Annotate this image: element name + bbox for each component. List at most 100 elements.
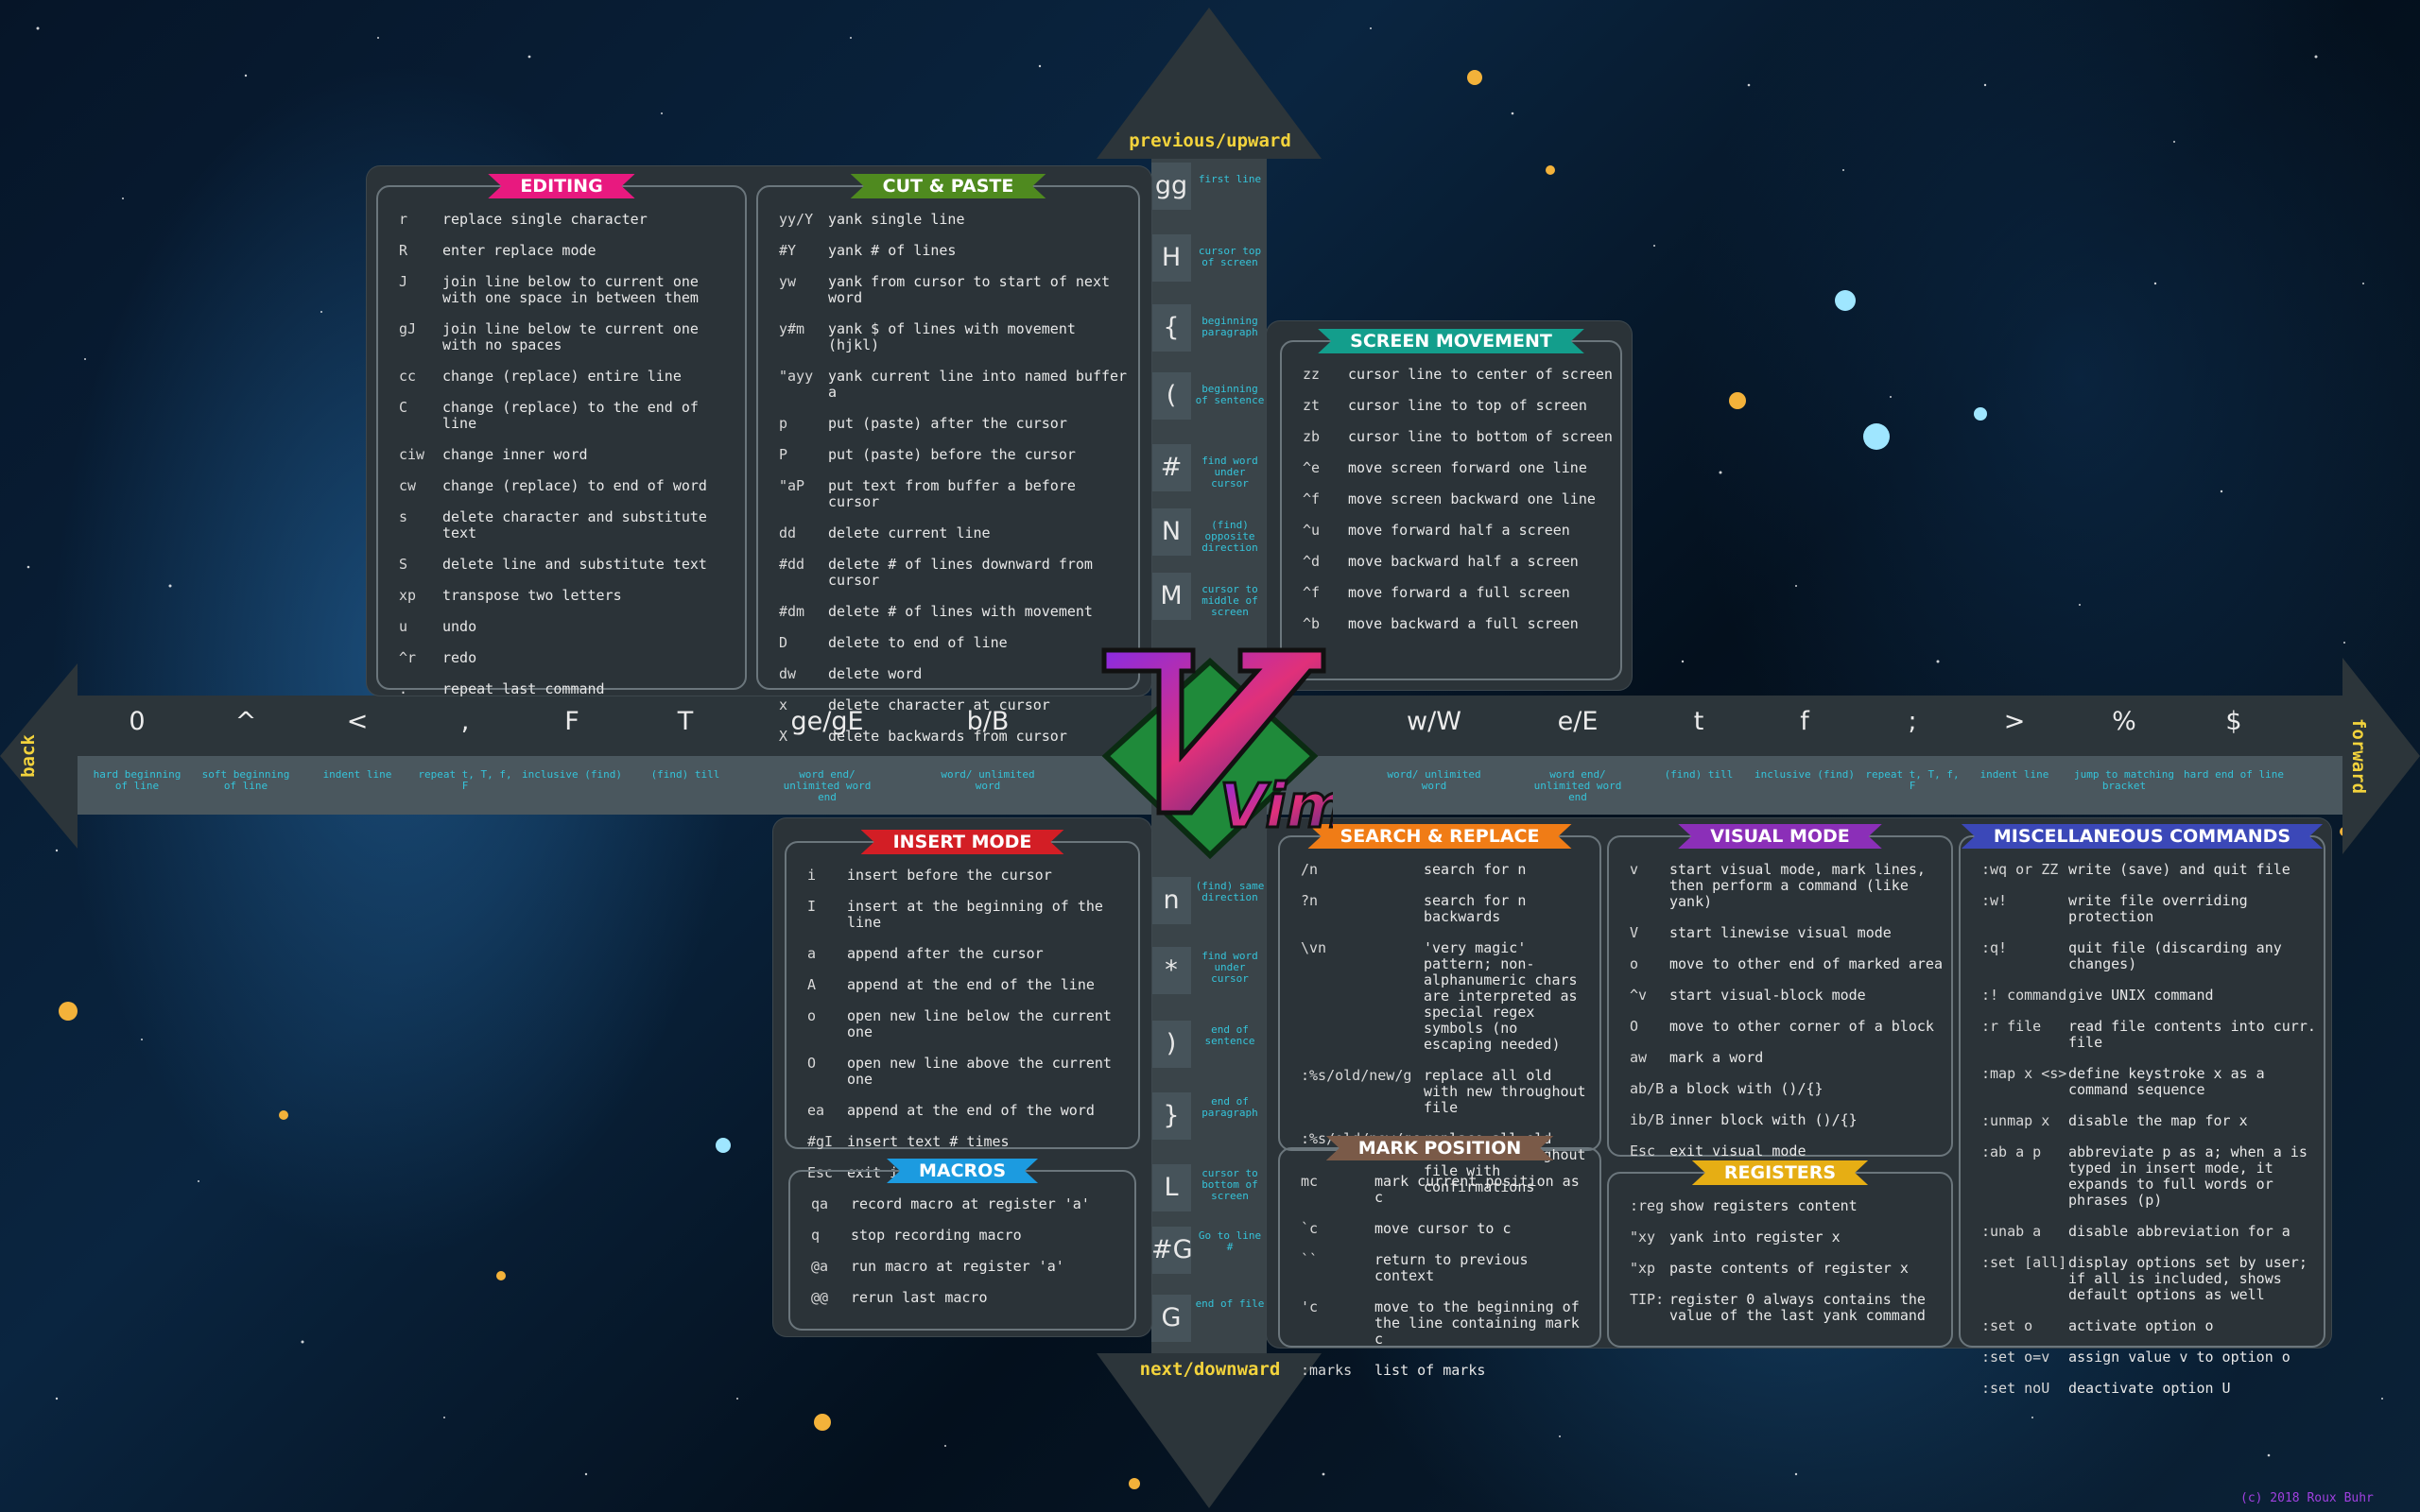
horizontal-key-desc: word end/ unlimited word end [1533, 768, 1622, 803]
command-desc: move forward half a screen [1348, 522, 1570, 539]
command-key: x [779, 696, 788, 713]
command-row: :! command give UNIX command [1961, 988, 2324, 1004]
horizontal-key: $ [2225, 707, 2242, 736]
command-desc: activate option o [2068, 1317, 2214, 1334]
command-row: ciw change inner word [378, 447, 745, 463]
vertical-key: ) [1151, 1021, 1191, 1068]
command-desc: append at the end of the line [847, 976, 1095, 993]
command-row: @a run macro at register 'a' [790, 1259, 1134, 1275]
command-row: :set o activate option o [1961, 1318, 2324, 1334]
vertical-key-desc: beginning paragraph [1201, 315, 1258, 338]
command-key: :map x <s> [1981, 1065, 2067, 1082]
section-title: MACROS [887, 1159, 1038, 1183]
command-row: dw delete word [758, 666, 1138, 682]
section-title: INSERT MODE [861, 830, 1064, 854]
command-key: s [399, 508, 408, 525]
section-rows: qa record macro at register 'a' q stop reco… [790, 1196, 1134, 1321]
command-key: o [1630, 955, 1639, 972]
command-desc: replace single character [442, 211, 648, 228]
command-row: :q! quit file (discarding any changes) [1961, 940, 2324, 972]
command-key: :q! [1981, 939, 2008, 956]
command-row: Renter replace mode [378, 243, 745, 259]
command-row: qa record macro at register 'a' [790, 1196, 1134, 1212]
command-key: :unmap x [1981, 1112, 2050, 1129]
command-key: aw [1630, 1049, 1648, 1066]
vertical-key: n [1151, 877, 1191, 924]
command-desc: change (replace) to end of word [442, 477, 707, 494]
command-key: :set [all] [1981, 1254, 2067, 1271]
command-row: Pput (paste) before the cursor [758, 447, 1138, 463]
horizontal-key-desc: hard beginning of line [93, 768, 182, 792]
section-rows: yy/Y yank single line #Y yank # of lines yw y… [758, 212, 1138, 760]
section-rows: mc mark current position as c `c move curso… [1280, 1174, 1599, 1394]
command-row: Sdelete line and substitute text [378, 557, 745, 573]
vertical-key-desc: end of paragraph [1201, 1095, 1258, 1119]
command-key: :marks [1301, 1362, 1353, 1379]
command-desc: return to previous context [1374, 1251, 1529, 1284]
section-title: CUT & PASTE [851, 174, 1046, 198]
command-desc: redo [442, 649, 477, 666]
command-key: `` [1301, 1251, 1319, 1268]
command-row: `c move cursor to c [1280, 1221, 1599, 1237]
command-desc: cursor line to center of screen [1348, 366, 1613, 383]
command-key: "xp [1630, 1260, 1656, 1277]
command-row: aw mark a word [1609, 1050, 1951, 1066]
command-desc: cursor line to top of screen [1348, 397, 1587, 414]
command-key: ^r [399, 649, 417, 666]
command-desc: disable the map for x [2068, 1112, 2248, 1129]
command-desc: register 0 always contains the value of … [1669, 1291, 1926, 1324]
command-row: ^b move backward a full screen [1282, 616, 1620, 632]
command-key: v [1630, 861, 1639, 878]
command-row: r replace single character [378, 212, 745, 228]
command-key: :unab a [1981, 1223, 2042, 1240]
search-replace-section: SEARCH & REPLACE/n search for n ?n search f… [1278, 835, 1601, 1195]
command-key: dw [779, 665, 797, 682]
command-key: 'c [1301, 1298, 1319, 1315]
command-desc: start linewise visual mode [1669, 924, 1892, 941]
horizontal-key-desc: repeat t, T, f, F [418, 768, 512, 792]
command-desc: transpose two letters [442, 587, 622, 604]
command-desc: yank from cursor to start of next word [828, 273, 1111, 306]
command-desc: join line below te current one with no s… [442, 320, 699, 353]
command-desc: put (paste) before the cursor [828, 446, 1076, 463]
command-desc: 'very magic' pattern; non-alphanumeric c… [1424, 939, 1578, 1053]
command-row: zz cursor line to center of screen [1282, 367, 1620, 383]
horizontal-key: f [1800, 707, 1809, 736]
command-row: o move to other end of marked area [1609, 956, 1951, 972]
command-desc: disable abbreviation for a [2068, 1223, 2290, 1240]
horizontal-key-desc: (find) till [650, 768, 720, 781]
command-key: @@ [811, 1289, 829, 1306]
command-row: y#m yank $ of lines with movement (hjkl) [758, 321, 1138, 353]
visual-mode-section: VISUAL MODE v start visual mode, mark line… [1607, 835, 1953, 1160]
horizontal-key: ^ [234, 707, 257, 736]
command-desc: move backward a full screen [1348, 615, 1579, 632]
command-key: "aP [779, 477, 805, 494]
vertical-key-desc: cursor top of screen [1198, 245, 1262, 268]
cut-paste-section: CUT & PASTE yy/Y yank single line #Y yank # … [756, 185, 1140, 745]
misc-commands-section: MISCELLANEOUS COMMANDS:wq or ZZ write (sa… [1959, 835, 2325, 1397]
command-row: :r file read file contents into curr. fil… [1961, 1019, 2324, 1051]
command-desc: write file overriding protection [2068, 892, 2248, 925]
command-desc: paste contents of register x [1669, 1260, 1909, 1277]
command-key: gJ [399, 320, 417, 337]
command-key: ^f [1303, 584, 1321, 601]
command-desc: undo [442, 618, 477, 635]
command-row: yw yank from cursor to start of next word [758, 274, 1138, 306]
command-key: :! command [1981, 987, 2067, 1004]
command-desc: list of marks [1374, 1362, 1486, 1379]
vertical-key: N [1151, 508, 1191, 556]
command-row: ^r redo [378, 650, 745, 666]
command-key: y#m [779, 320, 805, 337]
horizontal-key-desc: (find) till [1664, 768, 1734, 781]
horizontal-key-desc: repeat t, T, f, F [1865, 768, 1960, 792]
command-key: Esc [1630, 1143, 1656, 1160]
vertical-key-desc: (find) opposite direction [1201, 519, 1258, 554]
vertical-key: { [1151, 304, 1191, 352]
command-row: Cchange (replace) to the end of line [378, 400, 745, 432]
command-row: q stop recording macro [790, 1228, 1134, 1244]
command-desc: exit visual mode [1669, 1143, 1806, 1160]
command-desc: yank $ of lines with movement (hjkl) [828, 320, 1076, 353]
vertical-key-desc: cursor to bottom of screen [1201, 1167, 1258, 1202]
command-row: :set noU deactivate option U [1961, 1381, 2324, 1397]
horizontal-key: w/W [1407, 707, 1461, 736]
